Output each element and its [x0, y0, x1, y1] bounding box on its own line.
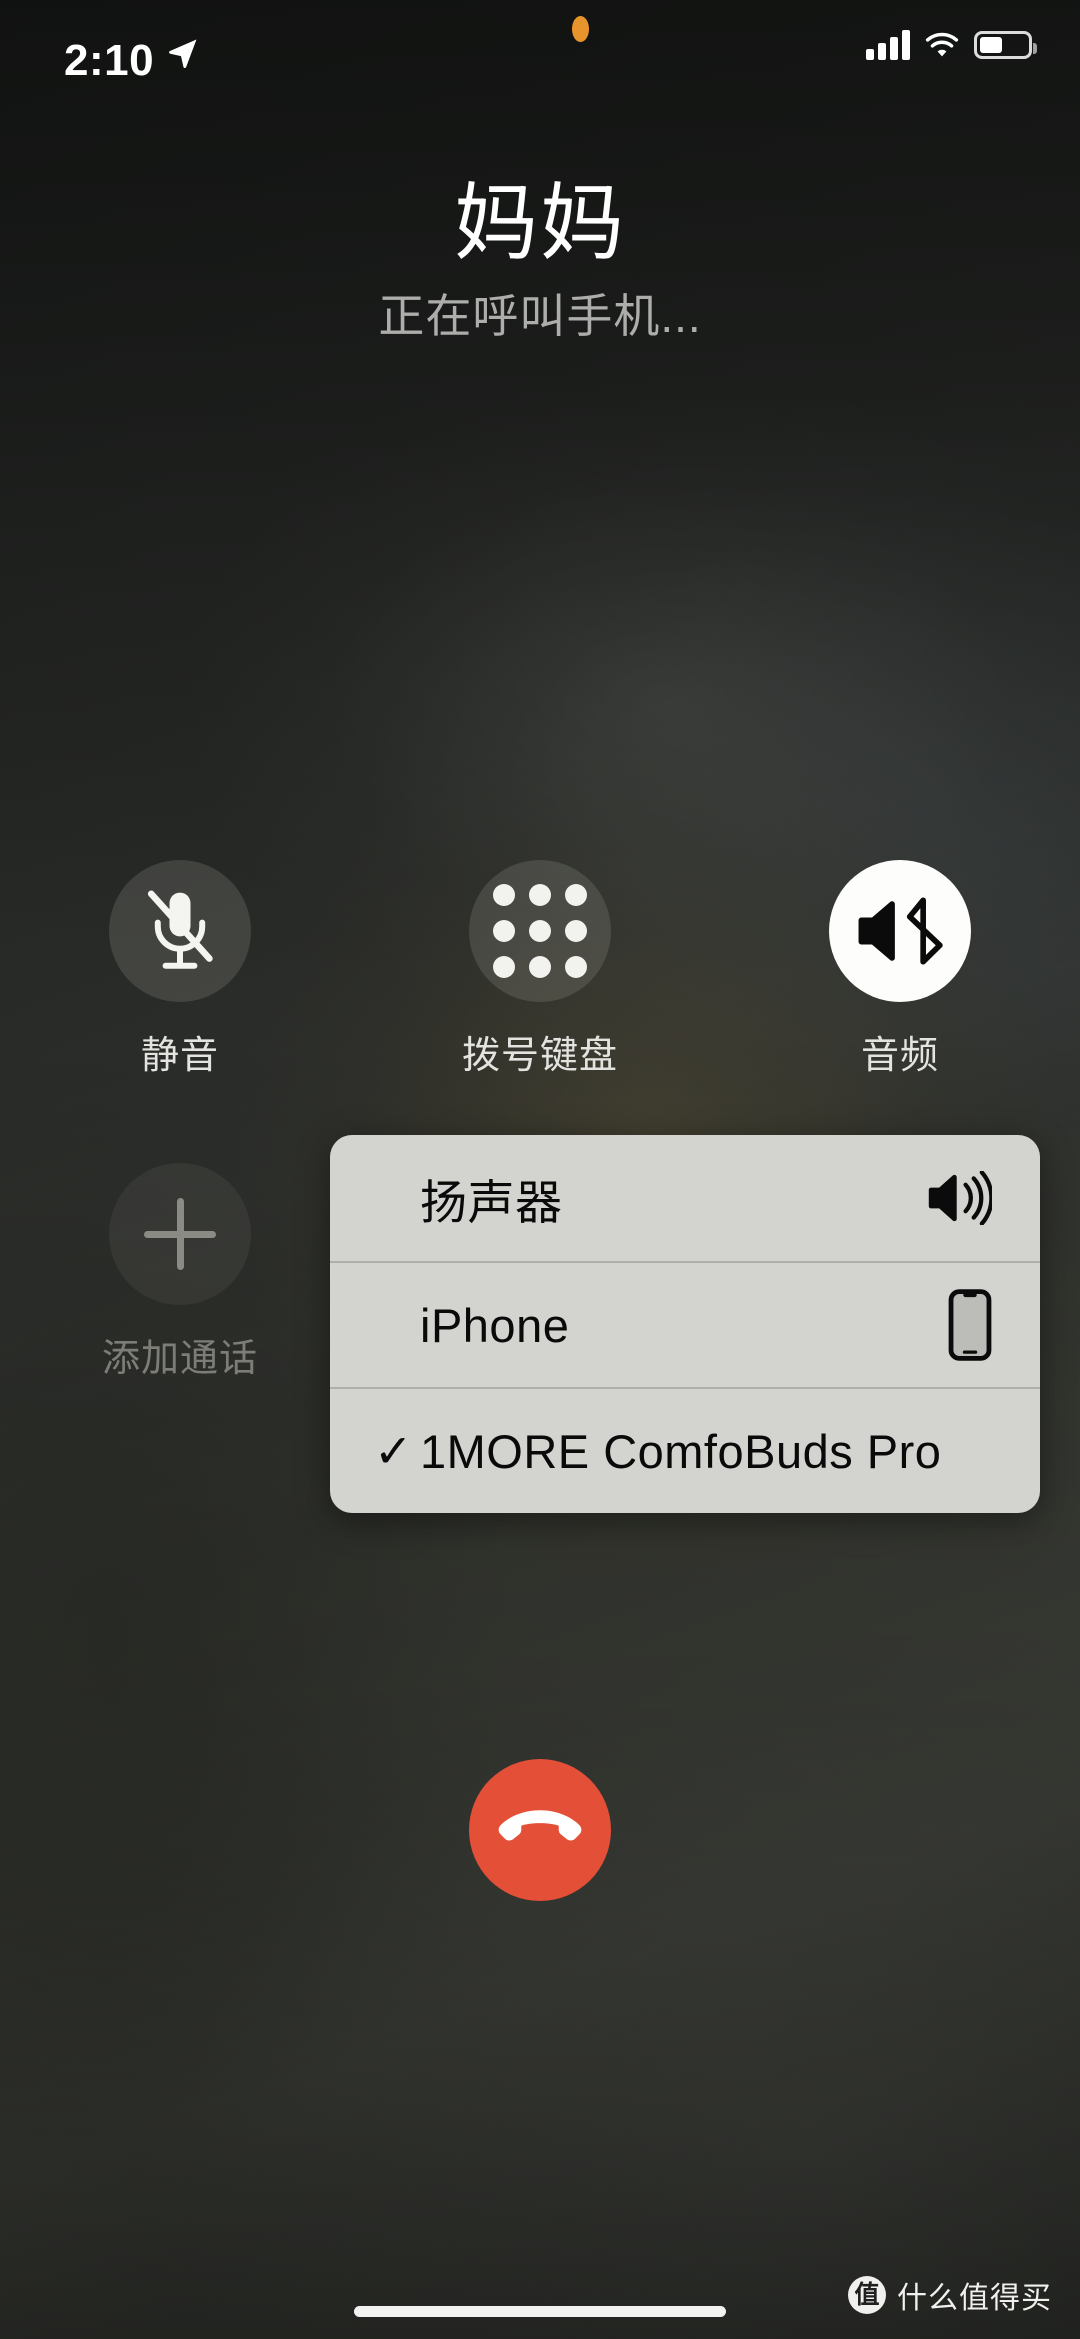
audio-route-item-iphone[interactable]: iPhone [330, 1261, 1040, 1387]
dialpad-icon [493, 884, 587, 978]
iphone-device-icon [948, 1289, 992, 1361]
audio-route-menu[interactable]: 扬声器 iPhone ✓ 1MORE ComfoBuds Pro [330, 1135, 1040, 1513]
plus-icon [144, 1198, 216, 1270]
audio-route-label-iphone: iPhone [420, 1298, 570, 1352]
audio-route-check-comfobuds: ✓ [374, 1425, 413, 1477]
wifi-icon [925, 32, 959, 57]
keypad-button-circle[interactable] [469, 860, 611, 1002]
keypad-button-label: 拨号键盘 [461, 1035, 618, 1077]
speaker-waves-icon [926, 1171, 992, 1225]
audio-route-item-comfobuds[interactable]: ✓ 1MORE ComfoBuds Pro [330, 1387, 1040, 1513]
call-status-text: 正在呼叫手机... [378, 290, 702, 343]
microphone-slash-icon [147, 890, 213, 969]
audio-button-label: 音频 [860, 1035, 939, 1077]
audio-button[interactable]: 音频 [720, 860, 1080, 1079]
caller-info: 妈妈 正在呼叫手机... [0, 176, 1080, 346]
watermark-logo-icon: 值 [848, 2276, 886, 2314]
audio-route-item-speaker[interactable]: 扬声器 [330, 1135, 1040, 1261]
mute-button-label: 静音 [140, 1035, 219, 1077]
add-call-button-label: 添加通话 [101, 1338, 258, 1380]
audio-route-label-comfobuds: 1MORE ComfoBuds Pro [420, 1424, 942, 1478]
mute-button[interactable]: 静音 [0, 860, 360, 1079]
watermark-text: 什么值得买 [897, 2282, 1052, 2315]
caller-name: 妈妈 [453, 176, 626, 270]
status-bar: 2:10 [0, 0, 1080, 118]
end-call-handset-icon [498, 1810, 582, 1841]
mute-button-circle[interactable] [109, 860, 251, 1002]
location-arrow-icon [169, 39, 197, 69]
cellular-signal-icon [866, 30, 910, 60]
speaker-bluetooth-icon [858, 897, 943, 965]
end-call-button[interactable] [469, 1759, 611, 1901]
battery-icon [974, 31, 1037, 59]
keypad-button[interactable]: 拨号键盘 [360, 860, 720, 1079]
watermark: 值 什么值得买 [848, 2273, 1052, 2317]
add-call-button-circle[interactable] [109, 1163, 251, 1305]
call-controls-row-1: 静音 拨号键盘 音频 [0, 860, 1080, 1079]
audio-route-label-speaker: 扬声器 [420, 1175, 563, 1229]
home-indicator[interactable] [354, 2306, 726, 2317]
microphone-in-use-dot [572, 16, 589, 42]
status-bar-time: 2:10 [64, 36, 155, 85]
audio-button-circle[interactable] [829, 860, 971, 1002]
add-call-button[interactable]: 添加通话 [0, 1163, 360, 1382]
